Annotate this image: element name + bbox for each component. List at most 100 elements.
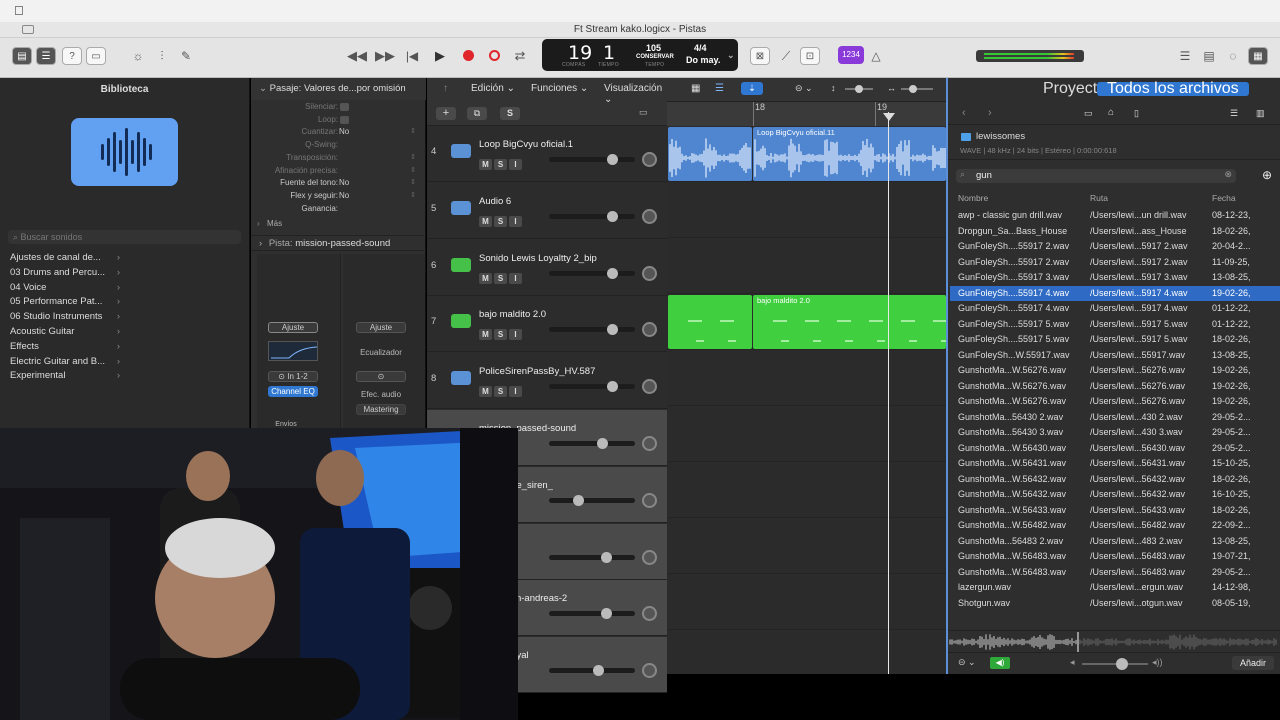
- region-param-row[interactable]: Ganancia:: [251, 204, 426, 216]
- region-header[interactable]: ⌄ Pasaje: Valores de...por omisión: [251, 78, 426, 100]
- inbox-icon[interactable]: ▭: [86, 47, 106, 65]
- volume-slider[interactable]: [549, 438, 635, 449]
- ruler[interactable]: 18 19: [667, 101, 946, 127]
- smart-controls-icon[interactable]: ☼: [128, 47, 148, 65]
- add-icon[interactable]: ⊕: [1262, 168, 1272, 182]
- track-header[interactable]: 8 PoliceSirenPassBy_HV.587 M S I: [427, 353, 667, 410]
- file-row[interactable]: GunshotMa...W.56276.wav/Users/lewi...562…: [950, 363, 1280, 379]
- region-param-row[interactable]: Afinación precisa: ⇕: [251, 166, 426, 178]
- pan-knob[interactable]: [642, 663, 657, 679]
- audio-region[interactable]: [668, 127, 752, 181]
- options-menu-icon[interactable]: ⊝ ⌄: [958, 657, 976, 668]
- track-header[interactable]: 4 Loop BigCvyu oficial.1 M S I: [427, 126, 667, 182]
- track-name[interactable]: Sonido Lewis Loyaltty 2_bip: [479, 253, 597, 264]
- more-row[interactable]: › Más: [251, 219, 426, 231]
- eq-label[interactable]: Ecualizador: [356, 348, 406, 357]
- mute-button[interactable]: M: [479, 215, 492, 227]
- col-date[interactable]: Fecha: [1212, 193, 1236, 203]
- file-row[interactable]: GunshotMa...W.56433.wav/Users/lewi...564…: [950, 503, 1280, 519]
- solo-button[interactable]: S: [494, 386, 507, 398]
- pan-knob[interactable]: [642, 492, 657, 508]
- file-row[interactable]: GunshotMa...W.56431.wav/Users/lewi...564…: [950, 456, 1280, 472]
- arrange-area[interactable]: Loop BigCvyu oficial.11 bajo maldito 2.0: [667, 126, 946, 674]
- file-row[interactable]: GunshotMa...56483 2.wav/Users/lewi...483…: [950, 534, 1280, 550]
- checkbox[interactable]: [340, 115, 349, 124]
- mute-button[interactable]: M: [479, 329, 492, 341]
- library-item[interactable]: Acoustic Guitar ›: [10, 326, 120, 337]
- file-row[interactable]: GunFoleySh....55917 2.wav/Users/lewi...5…: [950, 255, 1280, 271]
- region-param-row[interactable]: Cuantizar: No ⇕: [251, 127, 426, 139]
- solo-button[interactable]: S: [494, 215, 507, 227]
- functions-menu[interactable]: Funciones ⌄: [531, 83, 588, 94]
- edit-menu[interactable]: Edición ⌄: [471, 83, 515, 94]
- col-name[interactable]: Nombre: [958, 193, 988, 203]
- volume-slider[interactable]: [549, 381, 635, 393]
- file-row[interactable]: GunshotMa...W.56483.wav/Users/lewi...564…: [950, 549, 1280, 565]
- audio-region[interactable]: Loop BigCvyu oficial.11: [753, 127, 946, 181]
- volume-slider[interactable]: [549, 494, 635, 506]
- pan-knob[interactable]: [642, 265, 657, 281]
- track-name[interactable]: Audio 6: [479, 196, 511, 207]
- computer-icon[interactable]: ▭: [1084, 108, 1093, 119]
- track-name[interactable]: bajo maldito 2.0: [479, 309, 546, 320]
- region-param-row[interactable]: Transposición: ⇕: [251, 153, 426, 165]
- track-options-icon[interactable]: ▭: [639, 107, 655, 120]
- list-view-icon[interactable]: ☰: [1176, 47, 1194, 65]
- global-solo-button[interactable]: S: [500, 107, 520, 120]
- record-button[interactable]: [458, 47, 478, 65]
- input-monitor-button[interactable]: I: [509, 272, 522, 284]
- stepper-icon[interactable]: ⇕: [410, 166, 416, 174]
- pan-knob[interactable]: [642, 322, 657, 338]
- browser-search-input[interactable]: ⌕ gun ⊗: [956, 169, 1236, 183]
- mixer-icon[interactable]: ⫶: [152, 47, 172, 65]
- library-item[interactable]: 06 Studio Instruments ›: [10, 311, 120, 322]
- add-track-button[interactable]: +: [436, 107, 456, 120]
- region-param-row[interactable]: Q-Swing:: [251, 140, 426, 152]
- track-header[interactable]: 6 Sonido Lewis Loyaltty 2_bip M S I: [427, 240, 667, 296]
- file-row[interactable]: GunFoleySh....55917 3.wav/Users/lewi...5…: [950, 270, 1280, 286]
- view-menu[interactable]: Visualización ⌄: [604, 83, 667, 105]
- file-row[interactable]: GunFoleySh...W.55917.wav/Users/lewi...55…: [950, 348, 1280, 364]
- track-name[interactable]: PoliceSirenPassBy_HV.587: [479, 366, 595, 377]
- list-editors-icon[interactable]: ⊠: [750, 47, 770, 65]
- file-row[interactable]: GunFoleySh....55917 5.wav/Users/lewi...5…: [950, 317, 1280, 333]
- region-param-row[interactable]: Loop:: [251, 115, 426, 127]
- preview-waveform[interactable]: [948, 630, 1280, 652]
- list-icon[interactable]: ☰: [715, 83, 724, 94]
- file-row[interactable]: GunshotMa...W.56276.wav/Users/lewi...562…: [950, 379, 1280, 395]
- file-row[interactable]: GunshotMa...56430 3.wav/Users/lewi...430…: [950, 425, 1280, 441]
- file-row[interactable]: Shotgun.wav/Users/lewi...otgun.wav 08-05-…: [950, 596, 1280, 612]
- volume-slider[interactable]: [549, 608, 635, 620]
- lcd-chevron-icon[interactable]: ⌄: [727, 50, 735, 61]
- track-header[interactable]: › Pista: mission-passed-sound: [251, 235, 426, 251]
- library-item[interactable]: Experimental ›: [10, 370, 120, 381]
- forward-icon[interactable]: ›: [988, 107, 992, 119]
- file-row[interactable]: awp - classic gun drill.wav/Users/lewi..…: [950, 208, 1280, 224]
- file-row[interactable]: GunFoleySh....55917 2.wav/Users/lewi...5…: [950, 239, 1280, 255]
- volume-slider[interactable]: [549, 665, 635, 677]
- mastering-slot[interactable]: Mastering: [356, 404, 406, 415]
- volume-slider[interactable]: [549, 154, 635, 165]
- stepper-icon[interactable]: ⇕: [410, 191, 416, 199]
- playhead-handle-icon[interactable]: [883, 113, 895, 121]
- list-view-icon[interactable]: ☰: [1230, 108, 1238, 119]
- home-icon[interactable]: ⌂: [1108, 107, 1114, 118]
- library-toggle-icon[interactable]: ▤: [12, 47, 32, 65]
- stepper-icon[interactable]: ⇕: [410, 153, 416, 161]
- file-row[interactable]: GunshotMa...W.56483.wav/Users/lewi...564…: [950, 565, 1280, 581]
- count-in-button[interactable]: 1234: [838, 46, 864, 64]
- file-row[interactable]: GunshotMa...W.56276.wav/Users/lewi...562…: [950, 394, 1280, 410]
- library-item[interactable]: Ajustes de canal de... ›: [10, 252, 120, 263]
- apple-logo-icon[interactable]: : [14, 3, 24, 18]
- library-item[interactable]: 04 Voice ›: [10, 282, 120, 293]
- metronome-icon[interactable]: △: [866, 47, 886, 65]
- back-icon[interactable]: ‹: [962, 107, 966, 119]
- track-header[interactable]: 7 bajo maldito 2.0 M S I: [427, 296, 667, 353]
- help-icon[interactable]: ?: [62, 47, 82, 65]
- volume-slider[interactable]: [549, 210, 635, 222]
- volume-slider[interactable]: [549, 267, 635, 279]
- preview-play-icon[interactable]: ◀): [990, 657, 1010, 669]
- waveform-patch-icon[interactable]: [71, 118, 178, 186]
- input-monitor-button[interactable]: I: [509, 159, 522, 170]
- library-item[interactable]: Electric Guitar and B... ›: [10, 356, 120, 367]
